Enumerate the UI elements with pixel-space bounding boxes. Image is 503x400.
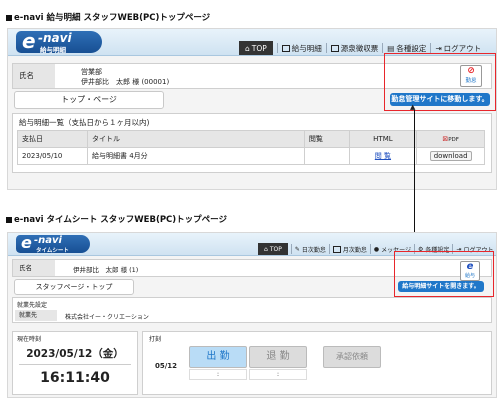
- nav-top[interactable]: ⌂ TOP: [239, 41, 273, 55]
- header-html: HTML: [348, 130, 418, 148]
- clock-out-time: :: [249, 369, 307, 380]
- pdf-download-button[interactable]: download: [429, 151, 472, 161]
- nav-daily[interactable]: ✎ 日次勤怠: [295, 245, 326, 254]
- divider: [19, 364, 131, 365]
- nav-top[interactable]: ⌂ TOP: [258, 243, 288, 255]
- timesheet-logo: e -navi タイムシート: [16, 233, 90, 254]
- name-label: 氏名: [13, 64, 55, 88]
- header-title: タイトル: [86, 130, 305, 148]
- clock-date: 2023/05/12（金）: [26, 348, 124, 360]
- bullet-square-icon: [6, 216, 12, 223]
- name-label: 氏名: [13, 260, 55, 276]
- list-title: 給与明細一覧（支払日から１ヶ月以内): [19, 118, 150, 127]
- payroll-caption: e-navi 給与明細 スタッフWEB(PC)トップページ: [6, 11, 210, 23]
- timesheet-caption: e-navi タイムシート スタッフWEB(PC)トップページ: [6, 213, 227, 225]
- nav-monthly[interactable]: 月次勤怠: [332, 245, 367, 254]
- clock-title: 現在時刻: [17, 336, 42, 343]
- work-settings: 就業先設定 就業先 株式会社イー・クリエーション: [12, 297, 492, 323]
- highlight-frame: [394, 251, 494, 297]
- punch-title: 打刻: [149, 336, 162, 343]
- home-icon: ⌂: [264, 245, 268, 253]
- work-label: 就業先: [15, 310, 57, 321]
- work-value: 株式会社イー・クリエーション: [65, 314, 149, 321]
- nav-logout[interactable]: ⇥ ログアウト: [435, 43, 481, 54]
- document-icon: [332, 245, 341, 253]
- row-date: 2023/05/10: [17, 147, 88, 165]
- user-dept: 営業部: [81, 68, 102, 76]
- work-section-title: 就業先設定: [17, 302, 48, 309]
- nav-settings[interactable]: ▤ 各種設定: [387, 43, 426, 54]
- message-icon: ●: [373, 245, 380, 253]
- clock-time: 16:11:40: [40, 370, 110, 386]
- row-view: [303, 147, 350, 165]
- user-name: 伊井部比 太郎 様 (00001): [81, 78, 170, 86]
- arrow-up-icon: ▲: [410, 103, 416, 111]
- header-view: 閲覧: [303, 130, 350, 148]
- header-pdf: ⊠PDF: [416, 130, 485, 148]
- settings-icon: ▤: [387, 43, 395, 53]
- current-time-panel: 現在時刻 2023/05/12（金） 16:11:40: [12, 331, 138, 395]
- document-icon: [281, 44, 290, 52]
- payroll-header: e -navi 給与明細 ⌂ TOP 給与明細 源泉徴収票 ▤ 各種設定 ⇥ ログアウ…: [8, 29, 496, 56]
- punch-date: 05/12: [155, 362, 178, 370]
- user-name: 伊井部比 太郎 様 (1): [73, 266, 139, 274]
- html-view-link[interactable]: 閲 覧: [375, 152, 391, 160]
- approval-request-button[interactable]: 承認依頼: [323, 346, 381, 368]
- clock-in-time: :: [189, 369, 247, 380]
- logout-icon: ⇥: [435, 43, 442, 53]
- highlight-frame: [384, 53, 496, 111]
- bullet-square-icon: [6, 14, 12, 21]
- clock-out-button[interactable]: 退 勤: [249, 346, 307, 368]
- clock-in-button[interactable]: 出 勤: [189, 346, 247, 368]
- row-title: 給与明細書 4月分: [86, 147, 305, 165]
- header-date: 支払日: [17, 130, 88, 148]
- staff-page-button[interactable]: スタッフページ・トップ: [14, 279, 134, 295]
- nav-withholding[interactable]: 源泉徴収票: [330, 43, 378, 54]
- nav-payslip[interactable]: 給与明細: [281, 43, 322, 54]
- timesheet-screen: e -navi タイムシート ⌂ TOP ✎ 日次勤怠 月次勤怠 ● メッセージ ⚙ 各…: [7, 232, 497, 398]
- punch-panel: 打刻 05/12 出 勤 : 退 勤 : 承認依頼: [142, 331, 492, 395]
- document-icon: [330, 44, 339, 52]
- home-icon: ⌂: [245, 43, 250, 53]
- pencil-icon: ✎: [294, 245, 300, 253]
- payroll-screen: e -navi 給与明細 ⌂ TOP 給与明細 源泉徴収票 ▤ 各種設定 ⇥ ログアウ…: [7, 28, 497, 190]
- top-page-button[interactable]: トップ・ページ: [14, 91, 164, 109]
- payslip-list: 給与明細一覧（支払日から１ヶ月以内) 支払日 タイトル 閲覧 HTML ⊠PDF…: [12, 113, 492, 173]
- payroll-logo: e -navi 給与明細: [16, 29, 102, 54]
